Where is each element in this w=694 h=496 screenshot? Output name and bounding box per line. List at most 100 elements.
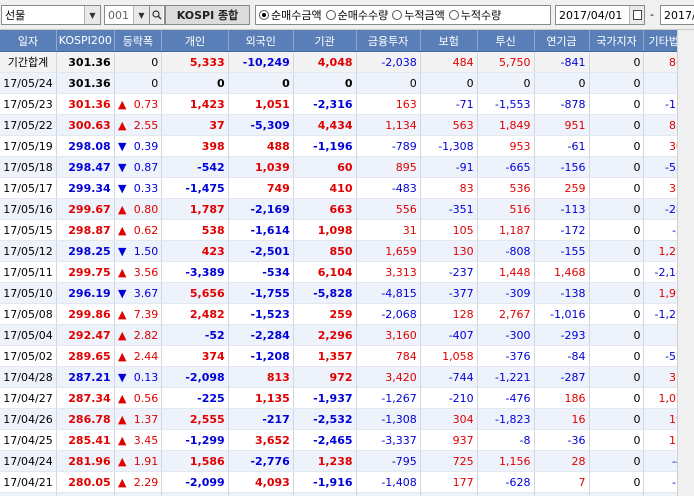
column-header[interactable]: 개인 bbox=[161, 30, 229, 52]
table-row[interactable]: 17/05/18 298.47 ▼ 0.87 -542 1,039 60 895 -91 -665… bbox=[0, 156, 694, 178]
column-header[interactable]: KOSPI200 bbox=[56, 30, 115, 52]
value-cell: 1,787 bbox=[161, 198, 229, 220]
value-cell: 895 bbox=[356, 156, 421, 178]
radio-icon[interactable] bbox=[392, 10, 403, 20]
radio-selected-icon[interactable] bbox=[259, 10, 269, 20]
table-row[interactable]: 17/05/08 299.86 ▲ 7.39 2,482 -1,523 259 -2,068 1… bbox=[0, 303, 694, 325]
chevron-down-icon[interactable]: ▼ bbox=[84, 6, 100, 24]
date-cell: 17/05/15 bbox=[0, 219, 57, 241]
calendar-icon[interactable] bbox=[629, 6, 644, 24]
value-cell: -1,299 bbox=[161, 429, 229, 451]
table-row[interactable]: 17/04/25 285.41 ▲ 3.45 -1,299 3,652 -2,465 -3,3… bbox=[0, 429, 694, 451]
value-cell: 259 bbox=[293, 303, 357, 325]
investor-trading-table: 일자 KOSPI200 등락폭 개인 외국인 기관 금융투자 보험 투신 연기금 국가지자 기타법인 … bbox=[0, 30, 694, 496]
value-cell: 1,659 bbox=[356, 240, 421, 262]
change-value: 0.33 bbox=[133, 181, 159, 195]
table-row[interactable]: 17/05/02 289.65 ▲ 2.44 374 -1,208 1,357 784 1,05… bbox=[0, 345, 694, 367]
table-row[interactable]: 17/05/17 299.34 ▼ 0.33 -1,475 749 410 -483 83 536… bbox=[0, 177, 694, 199]
kospi200-cell: 286.78 bbox=[56, 408, 115, 430]
value-cell: 813 bbox=[228, 366, 294, 388]
change-cell: ▲ 0.73 bbox=[114, 93, 163, 115]
radio-net-amount[interactable]: 순매수금액 bbox=[259, 7, 322, 23]
code-select-value: 001 bbox=[108, 8, 129, 22]
radio-net-quantity[interactable]: 순매수수량 bbox=[325, 7, 388, 23]
market-select[interactable]: 선물 ▼ bbox=[1, 5, 101, 25]
start-date-field[interactable]: 2017/04/01 bbox=[555, 5, 645, 25]
value-cell: -483 bbox=[356, 177, 421, 199]
value-cell: -84 bbox=[534, 345, 590, 367]
table-row[interactable]: 17/05/15 298.87 ▲ 0.62 538 -1,614 1,098 31 105 1,… bbox=[0, 219, 694, 241]
table-row[interactable]: 17/05/12 298.25 ▼ 1.50 423 -2,501 850 1,659 130-… bbox=[0, 240, 694, 262]
table-row[interactable]: 17/04/27 287.34 ▲ 0.56 -225 1,135 -1,937 -1,267… bbox=[0, 387, 694, 409]
value-cell: 7 bbox=[534, 471, 590, 493]
radio-cumulative-quantity[interactable]: 누적수량 bbox=[448, 7, 501, 23]
kospi200-cell: 298.25 bbox=[56, 240, 115, 262]
down-arrow-icon: ▼ bbox=[117, 370, 127, 384]
value-cell: 0 bbox=[589, 93, 645, 115]
change-cell: ▲ 2.55 bbox=[114, 114, 163, 136]
radio-icon[interactable] bbox=[325, 10, 336, 20]
table-row[interactable]: 17/05/16 299.67 ▲ 0.80 1,787 -2,169 663 556 -351… bbox=[0, 198, 694, 220]
table-row[interactable]: 17/04/28 287.21 ▼ 0.13 -2,098 813 972 3,420 -744… bbox=[0, 366, 694, 388]
table-row[interactable]: 17/05/04 292.47 ▲ 2.82 -52 -2,284 2,296 3,160 -4… bbox=[0, 324, 694, 346]
down-arrow-icon: ▼ bbox=[117, 244, 127, 258]
radio-cumulative-amount[interactable]: 누적금액 bbox=[392, 7, 445, 23]
down-arrow-icon: ▼ bbox=[117, 160, 127, 174]
kospi200-cell: 296.19 bbox=[56, 282, 115, 304]
table-row[interactable]: 17/05/19 298.08 ▼ 0.39 398 488 -1,196 -789 -1,30… bbox=[0, 135, 694, 157]
table-row[interactable]: 17/04/20277.76▲1.27-3,3173,925-862-2,392… bbox=[0, 492, 694, 496]
table-row[interactable]: 17/04/24 281.96 ▲ 1.91 1,586 -2,776 1,238 -795 7… bbox=[0, 450, 694, 472]
value-cell: 0 bbox=[589, 219, 645, 241]
table-row[interactable]: 17/05/24301.360000000000 bbox=[0, 72, 694, 94]
value-cell: -2,284 bbox=[228, 324, 294, 346]
value-cell: 128 bbox=[420, 303, 478, 325]
chevron-down-icon[interactable]: ▼ bbox=[133, 6, 149, 24]
kospi200-cell: 280.05 bbox=[56, 471, 115, 493]
value-cell: 0 bbox=[589, 471, 645, 493]
value-cell: 13 bbox=[420, 492, 478, 496]
vertical-scrollbar[interactable] bbox=[677, 30, 694, 496]
value-cell: -376 bbox=[477, 345, 535, 367]
column-header[interactable]: 투신 bbox=[477, 30, 535, 52]
radio-icon[interactable] bbox=[448, 10, 459, 20]
change-cell: 0 bbox=[114, 51, 163, 73]
column-header[interactable]: 일자 bbox=[0, 30, 57, 52]
value-cell: -1,937 bbox=[293, 387, 357, 409]
column-header[interactable]: 국가지자 bbox=[589, 30, 645, 52]
table-row[interactable]: 기간합계 301.36 0 5,333 -10,249 4,048 -2,038 484 5,7… bbox=[0, 51, 694, 73]
column-header[interactable]: 연기금 bbox=[534, 30, 590, 52]
search-icon[interactable] bbox=[150, 6, 163, 24]
table-row[interactable]: 17/04/26 286.78 ▲ 1.37 2,555 -217 -2,532 -1,308… bbox=[0, 408, 694, 430]
table-row[interactable]: 17/05/10 296.19 ▼ 3.67 5,656 -1,755 -5,828 -4,8… bbox=[0, 282, 694, 304]
value-cell: 2,482 bbox=[161, 303, 229, 325]
value-cell: 1,058 bbox=[420, 345, 478, 367]
code-select[interactable]: 001 ▼ bbox=[104, 5, 150, 25]
table-row[interactable]: 17/05/11 299.75 ▲ 3.56 -3,389 -534 6,104 3,313-… bbox=[0, 261, 694, 283]
value-cell: 516 bbox=[477, 198, 535, 220]
column-header[interactable]: 기관 bbox=[293, 30, 357, 52]
value-cell: -91 bbox=[420, 156, 478, 178]
code-search-button[interactable] bbox=[150, 5, 165, 25]
up-arrow-icon: ▲ bbox=[117, 391, 127, 405]
date-cell: 17/05/19 bbox=[0, 135, 57, 157]
column-header[interactable]: 외국인 bbox=[228, 30, 294, 52]
value-cell: 0 bbox=[589, 156, 645, 178]
change-cell: ▲1.27 bbox=[114, 492, 163, 496]
table-row[interactable]: 17/04/21 280.05 ▲ 2.29 -2,099 4,093 -1,916 -1,4… bbox=[0, 471, 694, 493]
value-cell: -1,916 bbox=[293, 471, 357, 493]
column-header[interactable]: 금융투자 bbox=[356, 30, 421, 52]
value-cell: -862 bbox=[293, 492, 357, 496]
table-row[interactable]: 17/05/23 301.36 ▲ 0.73 1,423 1,051 -2,316 163 -7… bbox=[0, 93, 694, 115]
change-cell: ▼ 1.50 bbox=[114, 240, 163, 262]
table-row[interactable]: 17/05/22 300.63 ▲ 2.55 37 -5,309 4,434 1,134 563… bbox=[0, 114, 694, 136]
value-cell: -138 bbox=[534, 282, 590, 304]
column-header[interactable]: 보험 bbox=[420, 30, 478, 52]
date-cell: 17/05/11 bbox=[0, 261, 57, 283]
start-date-value: 2017/04/01 bbox=[559, 8, 623, 22]
value-cell: -287 bbox=[534, 366, 590, 388]
column-header[interactable]: 등락폭 bbox=[114, 30, 163, 52]
value-cell: 423 bbox=[161, 240, 229, 262]
value-cell: 398 bbox=[161, 135, 229, 157]
end-date-field[interactable]: 2017/ bbox=[660, 5, 694, 25]
value-cell: 0 bbox=[589, 240, 645, 262]
